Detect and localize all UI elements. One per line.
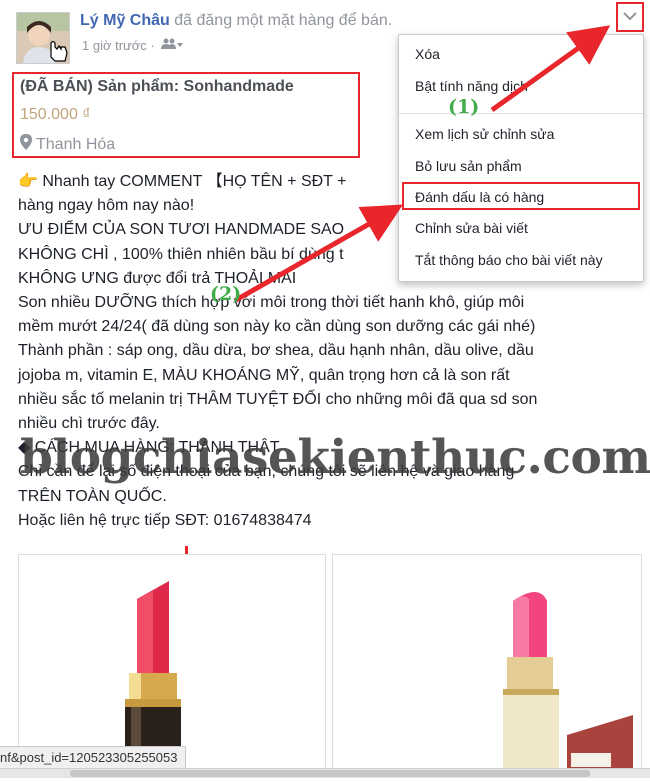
annotation-arrows	[185, 25, 611, 554]
scrollbar-thumb[interactable]	[70, 770, 590, 777]
watermark: blogchiasekienthuc.com	[20, 430, 650, 485]
step-1-label: (1)	[448, 96, 480, 118]
status-bar-url: nf&post_id=120523305255053	[0, 746, 187, 770]
step-2-label: (2)	[210, 283, 242, 305]
